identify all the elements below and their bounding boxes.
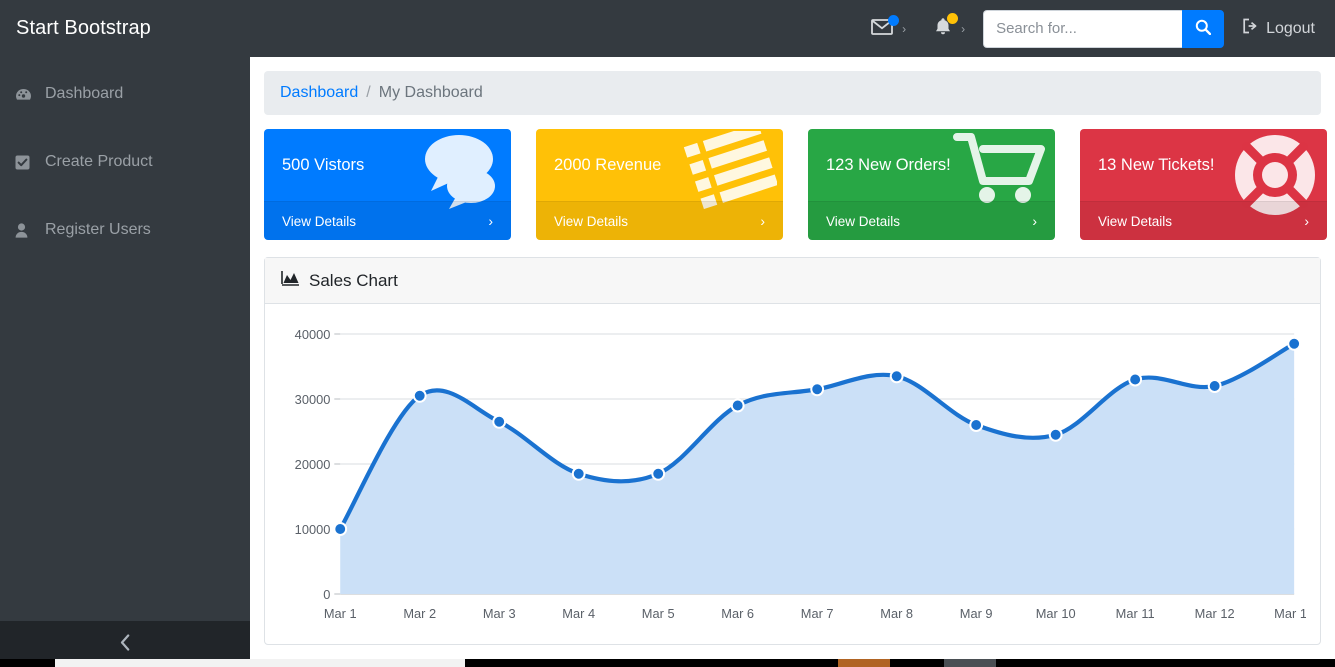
svg-text:Mar 10: Mar 10: [1036, 606, 1076, 621]
taskbar-segment: [838, 659, 890, 667]
area-chart-icon: [281, 270, 300, 291]
stat-card-footer-link[interactable]: View Details ›: [536, 201, 783, 240]
main-content: Dashboard / My Dashboard 500 Vistors Vie…: [250, 57, 1335, 657]
stat-card-footer-label: View Details: [554, 213, 629, 229]
svg-text:Mar 9: Mar 9: [960, 606, 993, 621]
breadcrumb-separator: /: [366, 84, 371, 101]
os-taskbar: [0, 659, 1335, 667]
breadcrumb-root-link[interactable]: Dashboard: [280, 84, 358, 102]
search-input[interactable]: [983, 9, 1183, 48]
chevron-right-icon: ›: [902, 21, 907, 36]
stat-cards-row: 500 Vistors View Details › 2000 Revenue …: [264, 129, 1327, 240]
stat-card-footer-label: View Details: [826, 213, 901, 229]
sidebar: Dashboard Create Product Register Users: [0, 57, 250, 667]
taskbar-segment: [55, 659, 465, 667]
chevron-right-icon: ›: [1304, 213, 1309, 229]
search-icon: [1195, 19, 1212, 38]
chevron-left-icon: [120, 633, 131, 655]
sign-out-icon: [1242, 18, 1259, 39]
logout-label: Logout: [1266, 19, 1315, 37]
stat-card-footer-label: View Details: [1098, 213, 1173, 229]
envelope-icon: [871, 14, 900, 39]
svg-text:Mar 5: Mar 5: [642, 606, 675, 621]
chevron-right-icon: ›: [961, 21, 966, 36]
sales-chart-body: 0 10000 20000 30000 40000 Mar 1 Mar 2 Mar 3 Mar …: [265, 304, 1320, 644]
breadcrumb: Dashboard / My Dashboard: [264, 71, 1321, 115]
svg-text:Mar 4: Mar 4: [562, 606, 595, 621]
chevron-right-icon: ›: [488, 213, 493, 229]
check-square-icon: [15, 155, 35, 170]
svg-text:40000: 40000: [295, 327, 331, 342]
svg-text:30000: 30000: [295, 392, 331, 407]
chevron-right-icon: ›: [1032, 213, 1037, 229]
sales-chart-title: Sales Chart: [309, 270, 398, 290]
logout-button[interactable]: Logout: [1224, 18, 1327, 39]
search-button[interactable]: [1182, 9, 1225, 48]
alerts-badge: [947, 13, 959, 24]
sidebar-item-dashboard[interactable]: Dashboard: [0, 72, 250, 116]
app-window: Start Bootstrap › › Search for... Logout…: [0, 0, 1335, 667]
bell-icon: [934, 13, 959, 40]
stat-card-footer-link[interactable]: View Details ›: [808, 201, 1055, 240]
sidebar-item-label: Create Product: [45, 153, 153, 170]
stat-card-visitors[interactable]: 500 Vistors View Details ›: [264, 129, 511, 240]
messages-dropdown[interactable]: ›: [857, 0, 920, 57]
stat-card-revenue[interactable]: 2000 Revenue View Details ›: [536, 129, 783, 240]
stat-card-title: 500 Vistors: [282, 155, 365, 174]
stat-card-footer-link[interactable]: View Details ›: [264, 201, 511, 240]
sidebar-item-label: Register Users: [45, 221, 151, 238]
stat-card-title: 123 New Orders!: [826, 155, 951, 174]
tachometer-icon: [15, 87, 35, 102]
svg-text:Mar 7: Mar 7: [801, 606, 834, 621]
svg-text:Mar 13: Mar 13: [1274, 606, 1306, 621]
sidebar-item-create-product[interactable]: Create Product: [0, 140, 250, 184]
stat-card-orders[interactable]: 123 New Orders! View Details ›: [808, 129, 1055, 240]
svg-text:Mar 6: Mar 6: [721, 606, 754, 621]
sales-chart-plot[interactable]: 0 10000 20000 30000 40000 Mar 1 Mar 2 Mar 3 Mar …: [279, 322, 1306, 640]
alerts-dropdown[interactable]: ›: [920, 0, 979, 57]
taskbar-segment: [944, 659, 996, 667]
user-icon: [15, 222, 35, 238]
messages-badge: [888, 14, 900, 26]
top-navbar: Start Bootstrap › › Search for... Logout: [0, 0, 1335, 57]
svg-text:Mar 2: Mar 2: [403, 606, 436, 621]
sales-chart-header: Sales Chart: [265, 258, 1320, 304]
navbar-right-group: › › Search for... Logout: [857, 0, 1335, 57]
svg-text:0: 0: [323, 587, 330, 602]
chevron-right-icon: ›: [760, 213, 765, 229]
svg-text:Mar 1: Mar 1: [324, 606, 357, 621]
breadcrumb-current: My Dashboard: [378, 84, 483, 101]
brand-title[interactable]: Start Bootstrap: [0, 17, 250, 40]
navbar-search-form: [983, 9, 1225, 48]
stat-card-footer-link[interactable]: View Details ›: [1080, 201, 1327, 240]
sales-chart-card: Sales Chart 0 10000 20000 30000 40000 Mar 1 Ma…: [264, 257, 1321, 645]
svg-text:Mar 12: Mar 12: [1195, 606, 1235, 621]
svg-text:Mar 3: Mar 3: [483, 606, 516, 621]
stat-card-title: 13 New Tickets!: [1098, 155, 1215, 174]
stat-card-footer-label: View Details: [282, 213, 357, 229]
sidebar-item-register-users[interactable]: Register Users: [0, 208, 250, 252]
svg-text:Mar 11: Mar 11: [1116, 606, 1155, 621]
stat-card-title: 2000 Revenue: [554, 155, 662, 174]
svg-text:10000: 10000: [295, 522, 331, 537]
svg-text:Mar 8: Mar 8: [880, 606, 913, 621]
svg-text:20000: 20000: [295, 457, 331, 472]
stat-card-tickets[interactable]: 13 New Tickets! View Details ›: [1080, 129, 1327, 240]
sidebar-item-label: Dashboard: [45, 85, 124, 102]
